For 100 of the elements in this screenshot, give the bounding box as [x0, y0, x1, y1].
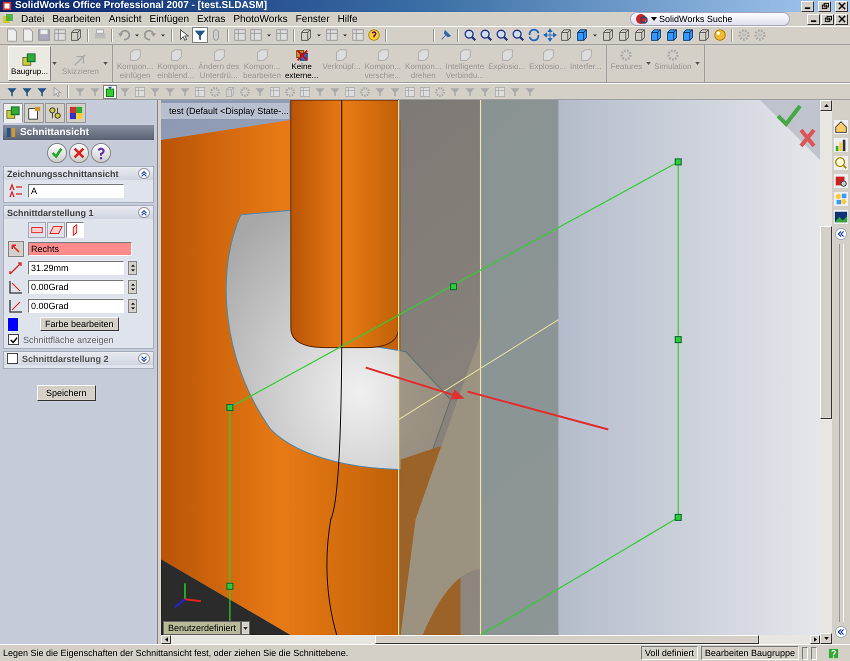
filter-icon[interactable]	[36, 86, 48, 98]
spin-button[interactable]	[128, 280, 137, 294]
cube-icon[interactable]	[649, 28, 663, 42]
panel-tab[interactable]	[24, 103, 44, 124]
display-icon	[69, 106, 83, 120]
axis-triad-icon	[174, 583, 202, 608]
magnifier-icon[interactable]	[495, 28, 509, 42]
sphere-icon[interactable]	[713, 28, 727, 42]
move-icon[interactable]	[543, 28, 557, 42]
plane-button[interactable]	[47, 222, 65, 238]
input-field[interactable]: 0.00Grad	[28, 299, 124, 314]
chevron-icon[interactable]	[835, 626, 847, 638]
magnifier-icon[interactable]	[511, 28, 525, 42]
tree-item[interactable]: test (Default <Display State-...	[169, 106, 289, 116]
close-button[interactable]	[835, 0, 848, 12]
command-button[interactable]: Keine externe...	[282, 46, 320, 82]
input-field[interactable]: 0.00Grad	[28, 280, 124, 294]
command-tab[interactable]: Baugrup...	[8, 46, 51, 82]
edit-color-button[interactable]: Farbe bearbeiten	[40, 317, 119, 332]
restore-button[interactable]	[821, 14, 834, 24]
scrollbar-thumb[interactable]	[820, 226, 832, 420]
scroll-down-button[interactable]	[820, 633, 832, 644]
document-icon[interactable]	[5, 28, 19, 42]
plane-button[interactable]	[28, 222, 46, 238]
close-button[interactable]	[835, 14, 848, 24]
search-field[interactable]: SolidWorks Suche	[630, 12, 790, 26]
caret-icon	[103, 62, 108, 65]
minimize-button[interactable]	[807, 14, 820, 24]
collapse-button[interactable]	[138, 207, 150, 218]
splitter-handle[interactable]	[157, 100, 161, 644]
filter-icon[interactable]	[193, 28, 207, 42]
cancel-button[interactable]	[799, 128, 816, 148]
save-button[interactable]: Speichern	[37, 385, 96, 402]
picture-icon[interactable]	[834, 210, 848, 224]
vertical-scrollbar[interactable]	[820, 100, 832, 644]
cube-icon[interactable]	[559, 28, 573, 42]
home-icon[interactable]	[834, 120, 848, 134]
arrow-left-icon	[164, 637, 168, 642]
menu-item[interactable]: Datei	[17, 14, 48, 24]
filter-icon[interactable]	[6, 86, 18, 98]
cube-icon[interactable]	[633, 28, 647, 42]
scroll-up-button[interactable]	[820, 100, 832, 112]
horizontal-scrollbar[interactable]	[161, 635, 820, 644]
magnifier-icon[interactable]	[479, 28, 493, 42]
magnifier-icon[interactable]	[463, 28, 477, 42]
scroll-right-button[interactable]	[810, 635, 820, 644]
menu-item[interactable]: Ansicht	[104, 14, 146, 24]
reverse-direction-button[interactable]	[8, 241, 24, 258]
checkbox[interactable]	[8, 334, 19, 346]
chevron-icon[interactable]	[835, 228, 847, 240]
input-field[interactable]: A	[28, 184, 124, 198]
selection-field[interactable]: Rechts	[28, 242, 132, 256]
menu-item[interactable]: Extras	[193, 14, 230, 24]
cube-icon[interactable]	[681, 28, 695, 42]
ok-button[interactable]	[46, 143, 66, 164]
plane-button[interactable]	[66, 222, 84, 238]
input-field[interactable]: 31.29mm	[28, 261, 124, 276]
cube-icon[interactable]	[575, 28, 589, 42]
cube-icon[interactable]	[299, 28, 313, 42]
caret-icon[interactable]	[651, 17, 657, 21]
help-button[interactable]	[90, 143, 110, 164]
menu-item[interactable]: Hilfe	[334, 14, 362, 24]
panel-tab[interactable]	[45, 103, 65, 124]
box-icon[interactable]	[104, 86, 116, 98]
filter-icon[interactable]	[20, 86, 32, 98]
minimize-button[interactable]	[801, 0, 814, 12]
expand-button[interactable]	[138, 353, 150, 364]
box-icon[interactable]	[834, 174, 848, 188]
cube-icon[interactable]	[665, 28, 679, 42]
restore-button[interactable]	[818, 0, 831, 12]
dropdown-button[interactable]	[241, 621, 250, 636]
pin-icon[interactable]	[439, 28, 453, 42]
spin-button[interactable]	[128, 299, 137, 314]
cube-icon[interactable]	[601, 28, 615, 42]
cursor-icon[interactable]	[177, 28, 191, 42]
search-icon[interactable]	[635, 13, 649, 25]
menu-item[interactable]: Fenster	[292, 14, 334, 24]
cube-icon[interactable]	[69, 28, 83, 42]
component-icon	[458, 48, 472, 62]
cancel-button[interactable]	[68, 143, 88, 164]
panel-tab[interactable]	[66, 103, 86, 124]
collapse-button[interactable]	[138, 168, 150, 180]
direction-arrow[interactable]	[364, 366, 610, 431]
checkbox[interactable]	[7, 353, 18, 364]
spin-button[interactable]	[128, 261, 137, 276]
menu-item[interactable]: PhotoWorks	[229, 14, 292, 24]
cube-icon[interactable]	[697, 28, 711, 42]
menu-item[interactable]: Einfügen	[146, 14, 194, 24]
panel-tab[interactable]	[3, 103, 23, 124]
scroll-left-button[interactable]	[161, 635, 171, 644]
document-icon[interactable]	[21, 28, 35, 42]
status-message: Legen Sie die Eigenschaften der Schnittansicht fest, oder ziehen Sie die Schnittebene.	[3, 648, 350, 658]
scrollbar-thumb[interactable]	[375, 635, 759, 644]
component-icon	[334, 48, 348, 62]
help-icon[interactable]	[367, 28, 381, 42]
cube-icon[interactable]	[617, 28, 631, 42]
menu-item[interactable]: Bearbeiten	[48, 14, 105, 24]
bar-chart-icon[interactable]	[834, 138, 848, 152]
search-input[interactable]: SolidWorks Suche	[659, 14, 769, 24]
rotate-icon[interactable]	[527, 28, 541, 42]
